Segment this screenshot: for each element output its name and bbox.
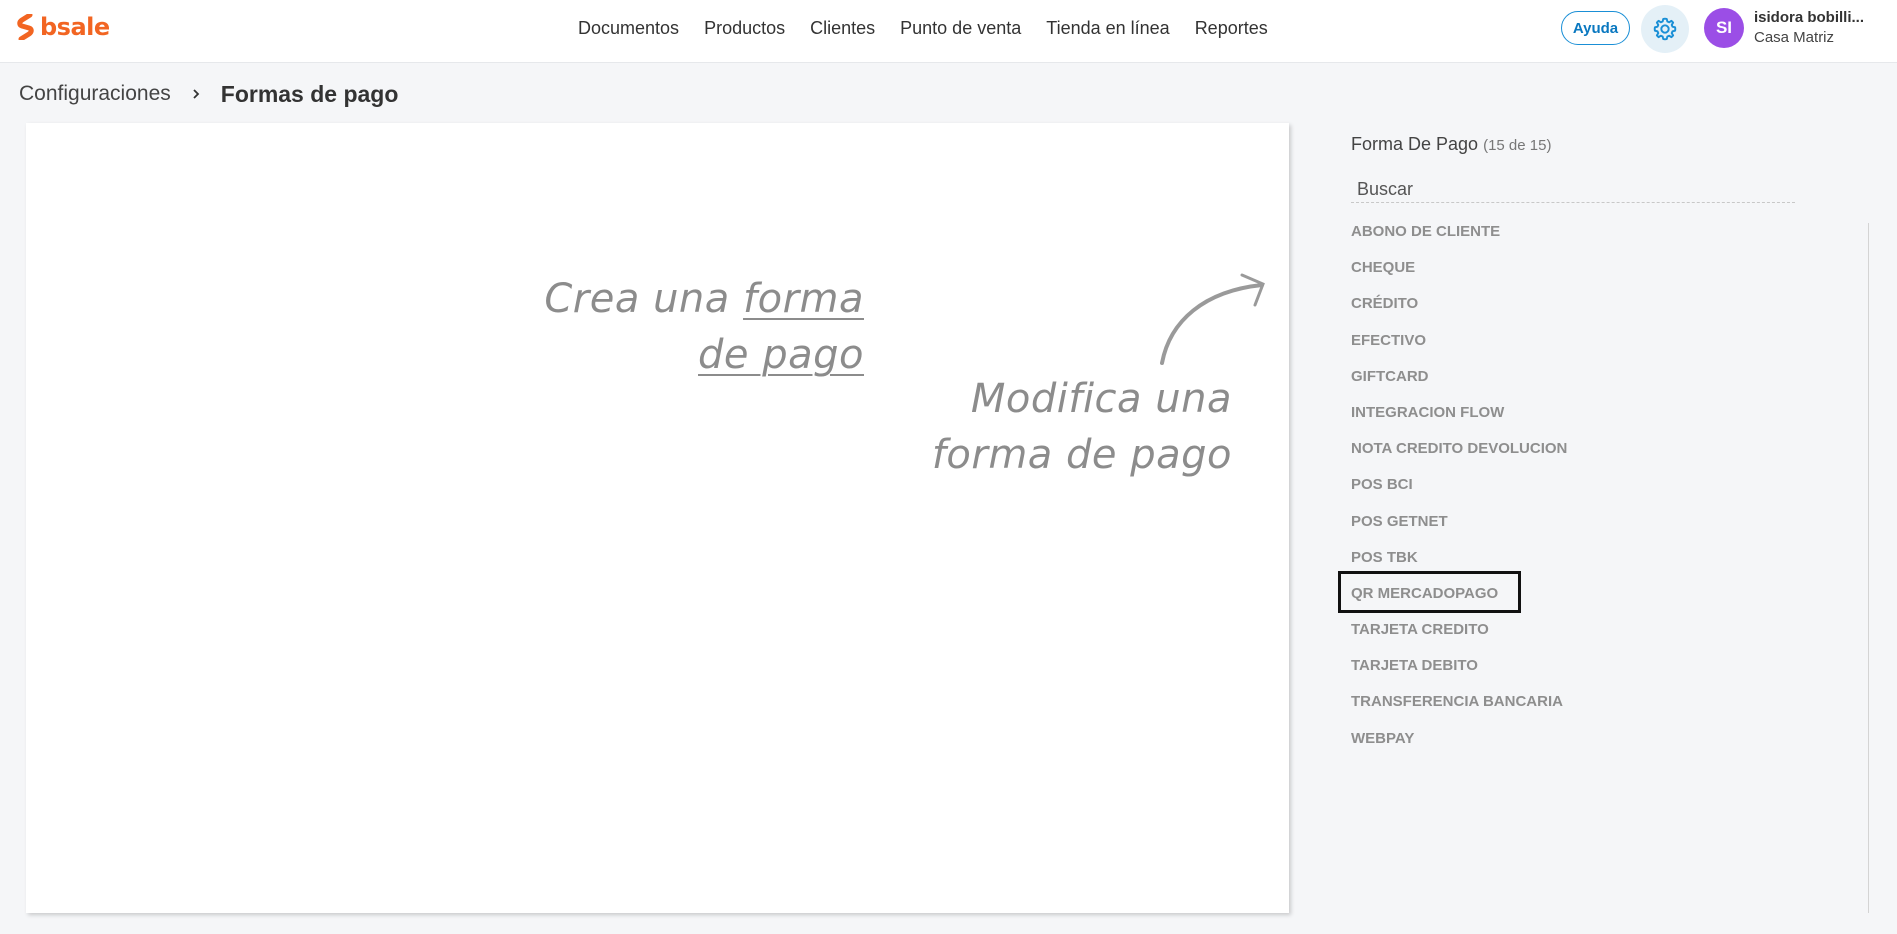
breadcrumb: Configuraciones Formas de pago (19, 80, 398, 108)
list-item[interactable]: CRÉDITO (1351, 292, 1567, 328)
nav-reportes[interactable]: Reportes (1195, 18, 1268, 39)
selection-highlight-box (1338, 571, 1521, 613)
list-item[interactable]: POS GETNET (1351, 510, 1567, 546)
bsale-logo-icon (17, 14, 34, 40)
user-avatar[interactable]: SI (1704, 8, 1744, 48)
list-item[interactable]: WEBPAY (1351, 727, 1567, 763)
curved-arrow-icon (1160, 273, 1265, 365)
settings-button[interactable] (1641, 5, 1689, 53)
list-item[interactable]: GIFTCARD (1351, 365, 1567, 401)
list-item[interactable]: TARJETA DEBITO (1351, 654, 1567, 690)
top-navigation-bar: bsale Documentos Productos Clientes Punt… (0, 0, 1897, 63)
main-nav: Documentos Productos Clientes Punto de v… (578, 0, 1268, 56)
modify-hint-line2: forma de pago (931, 432, 1232, 478)
list-item[interactable]: ABONO DE CLIENTE (1351, 220, 1567, 256)
list-item[interactable]: CHEQUE (1351, 256, 1567, 292)
list-item[interactable]: POS BCI (1351, 473, 1567, 509)
gear-icon (1653, 17, 1677, 41)
user-name[interactable]: isidora bobilli... (1754, 9, 1864, 26)
user-branch: Casa Matriz (1754, 29, 1835, 46)
payment-list-title-text: Forma De Pago (1351, 134, 1479, 154)
scrollbar-track[interactable] (1868, 223, 1869, 913)
create-hint-prefix: Crea una (544, 276, 730, 322)
create-payment-hint: Crea una forma de pago (544, 271, 864, 383)
create-payment-link-2[interactable]: de pago (698, 332, 864, 378)
payment-list-title: Forma De Pago (15 de 15) (1351, 134, 1551, 155)
nav-tienda-en-linea[interactable]: Tienda en línea (1046, 18, 1169, 39)
list-item[interactable]: EFECTIVO (1351, 329, 1567, 365)
list-item[interactable]: TARJETA CREDITO (1351, 618, 1567, 654)
payment-list-count: (15 de 15) (1483, 137, 1552, 154)
create-payment-link[interactable]: forma (743, 276, 864, 322)
nav-productos[interactable]: Productos (704, 18, 785, 39)
payment-method-list: ABONO DE CLIENTE CHEQUE CRÉDITO EFECTIVO… (1351, 220, 1567, 763)
modify-hint-line1: Modifica una (970, 376, 1232, 422)
logo-text: bsale (40, 13, 110, 41)
breadcrumb-configuraciones[interactable]: Configuraciones (19, 82, 171, 106)
help-button[interactable]: Ayuda (1561, 11, 1630, 45)
page-title: Formas de pago (220, 80, 399, 107)
list-item[interactable]: TRANSFERENCIA BANCARIA (1351, 690, 1567, 726)
list-item[interactable]: NOTA CREDITO DEVOLUCION (1351, 437, 1567, 473)
nav-documentos[interactable]: Documentos (578, 18, 679, 39)
payment-method-canvas: Crea una forma de pago Modifica una form… (26, 123, 1289, 913)
modify-payment-hint: Modifica una forma de pago (932, 371, 1232, 483)
chevron-right-icon (171, 87, 221, 101)
search-input[interactable] (1351, 177, 1795, 203)
nav-clientes[interactable]: Clientes (810, 18, 875, 39)
nav-punto-de-venta[interactable]: Punto de venta (900, 18, 1021, 39)
list-item[interactable]: INTEGRACION FLOW (1351, 401, 1567, 437)
bsale-logo[interactable]: bsale (16, 13, 110, 41)
